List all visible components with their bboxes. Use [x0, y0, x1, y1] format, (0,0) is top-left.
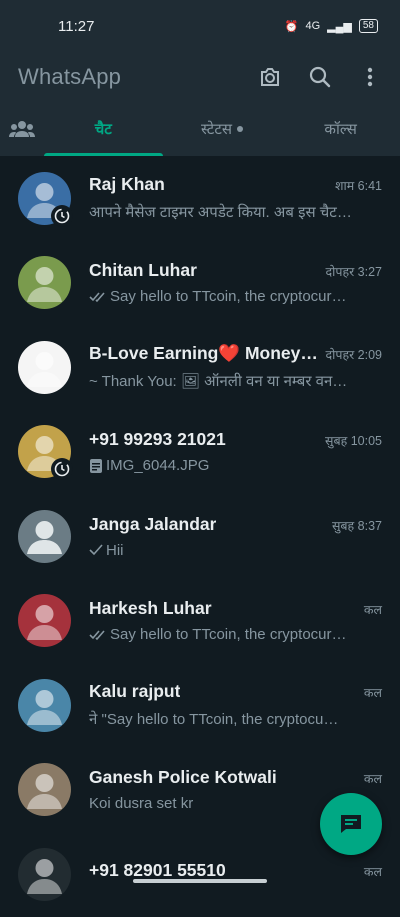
avatar — [18, 763, 71, 817]
chat-message: आपने मैसेज टाइमर अपडेट किया. अब इस चैट… — [89, 204, 352, 222]
chat-row[interactable]: Raj Khan शाम 6:41 आपने मैसेज टाइमर अपडेट… — [0, 156, 400, 241]
tab-communities[interactable] — [0, 102, 44, 156]
status-icons: ⏰ 4G ▂▄▆ 58 — [285, 19, 378, 33]
chat-message: ने "Say hello to TTcoin, the cryptocu… — [89, 711, 339, 729]
avatar — [18, 847, 71, 901]
disappearing-timer-icon — [51, 204, 73, 227]
chat-time: कल — [363, 686, 382, 701]
chat-message: Say hello to TTcoin, the cryptocur… — [110, 288, 347, 306]
chat-time: कल — [363, 772, 382, 787]
avatar — [18, 340, 71, 394]
avatar — [18, 678, 71, 732]
document-icon — [90, 458, 102, 473]
chat-time: शाम 6:41 — [334, 179, 382, 194]
chat-time: कल — [363, 603, 382, 618]
network-type: 4G — [305, 20, 321, 32]
chat-time: सुबह 8:37 — [331, 518, 382, 533]
tab-bar: चैट स्टेटस कॉल्स — [0, 102, 400, 156]
chat-row[interactable]: +91 99293 21021 सुबह 10:05 IMG_6044.JPG — [0, 410, 400, 495]
chat-name: Janga Jalandar — [89, 513, 217, 534]
tab-calls-label: कॉल्स — [324, 121, 357, 138]
status-bar: 11:27 ⏰ 4G ▂▄▆ 58 — [0, 0, 400, 52]
chat-avatar[interactable] — [18, 509, 71, 563]
chat-message: Koi dusra set kr — [89, 795, 194, 813]
tab-chats[interactable]: चैट — [44, 102, 163, 156]
alarm-icon: ⏰ — [284, 20, 299, 33]
double-tick-icon — [89, 630, 105, 640]
tab-chats-label: चैट — [94, 121, 112, 138]
battery-level: 58 — [358, 19, 378, 33]
chat-avatar[interactable] — [18, 594, 71, 648]
camera-icon[interactable] — [258, 65, 282, 89]
chat-row[interactable]: Janga Jalandar सुबह 8:37 Hii — [0, 494, 400, 579]
status-unread-dot — [237, 126, 244, 132]
chat-preview: ने "Say hello to TTcoin, the cryptocu… — [89, 709, 382, 729]
chat-avatar[interactable] — [18, 425, 73, 481]
search-icon[interactable] — [308, 65, 332, 89]
disappearing-timer-icon — [51, 458, 73, 481]
chat-row[interactable]: Chitan Luhar दोपहर 3:27 Say hello to TTc… — [0, 241, 400, 326]
chat-avatar[interactable] — [18, 678, 71, 732]
avatar — [18, 509, 71, 563]
app-title: WhatsApp — [18, 64, 122, 89]
chat-row[interactable]: B-Love Earning❤️ Money… दोपहर 2:09 ~ Tha… — [0, 325, 400, 410]
home-indicator — [133, 879, 267, 883]
chat-time: सुबह 10:05 — [325, 434, 382, 449]
tab-status[interactable]: स्टेटस — [163, 102, 282, 156]
chat-preview: Say hello to TTcoin, the cryptocur… — [89, 626, 382, 643]
chat-name: Raj Khan — [89, 174, 165, 195]
chat-avatar[interactable] — [18, 256, 71, 310]
chat-time: कल — [363, 865, 382, 880]
chat-name: +91 99293 21021 — [89, 429, 226, 450]
chat-preview: IMG_6044.JPG — [89, 457, 382, 474]
new-chat-icon — [341, 815, 361, 833]
new-chat-button[interactable] — [320, 793, 382, 855]
chat-message: Say hello to TTcoin, the cryptocur… — [110, 626, 347, 644]
more-options-icon[interactable] — [358, 65, 382, 89]
chat-preview: ~ Thank You: 🖼 ऑनली वन या नम्बर वन… — [89, 371, 382, 391]
app-bar: WhatsApp — [0, 52, 400, 102]
chat-avatar[interactable] — [18, 763, 71, 817]
chat-name: Chitan Luhar — [89, 260, 197, 281]
avatar — [18, 256, 71, 310]
tab-status-label: स्टेटस — [200, 121, 233, 138]
chat-message: Hii — [106, 541, 124, 559]
chat-time: दोपहर 2:09 — [325, 348, 382, 363]
community-icon — [9, 121, 35, 137]
chat-name: Ganesh Police Kotwali — [89, 767, 277, 788]
chat-row[interactable]: Kalu rajput कल ने "Say hello to TTcoin, … — [0, 663, 400, 748]
chat-message: IMG_6044.JPG — [106, 457, 210, 475]
chat-preview: आपने मैसेज टाइमर अपडेट किया. अब इस चैट… — [89, 202, 382, 222]
tab-calls[interactable]: कॉल्स — [281, 102, 400, 156]
chat-avatar[interactable] — [18, 847, 71, 901]
signal-icon: ▂▄▆ — [327, 20, 352, 33]
double-tick-icon — [89, 292, 105, 302]
chat-time: दोपहर 3:27 — [325, 265, 382, 280]
chat-message: ~ Thank You: 🖼 ऑनली वन या नम्बर वन… — [89, 373, 348, 391]
chat-avatar[interactable] — [18, 340, 71, 394]
chat-row[interactable]: Harkesh Luhar कल Say hello to TTcoin, th… — [0, 579, 400, 664]
chat-preview: Hii — [89, 542, 382, 559]
chat-name: Kalu rajput — [89, 681, 181, 702]
avatar — [18, 594, 71, 648]
single-tick-icon — [89, 544, 103, 556]
status-time: 11:27 — [58, 17, 95, 35]
chat-name: B-Love Earning❤️ Money… — [89, 343, 318, 364]
chat-name: Harkesh Luhar — [89, 598, 212, 619]
chat-preview: Say hello to TTcoin, the cryptocur… — [89, 288, 382, 305]
chat-avatar[interactable] — [18, 171, 73, 227]
